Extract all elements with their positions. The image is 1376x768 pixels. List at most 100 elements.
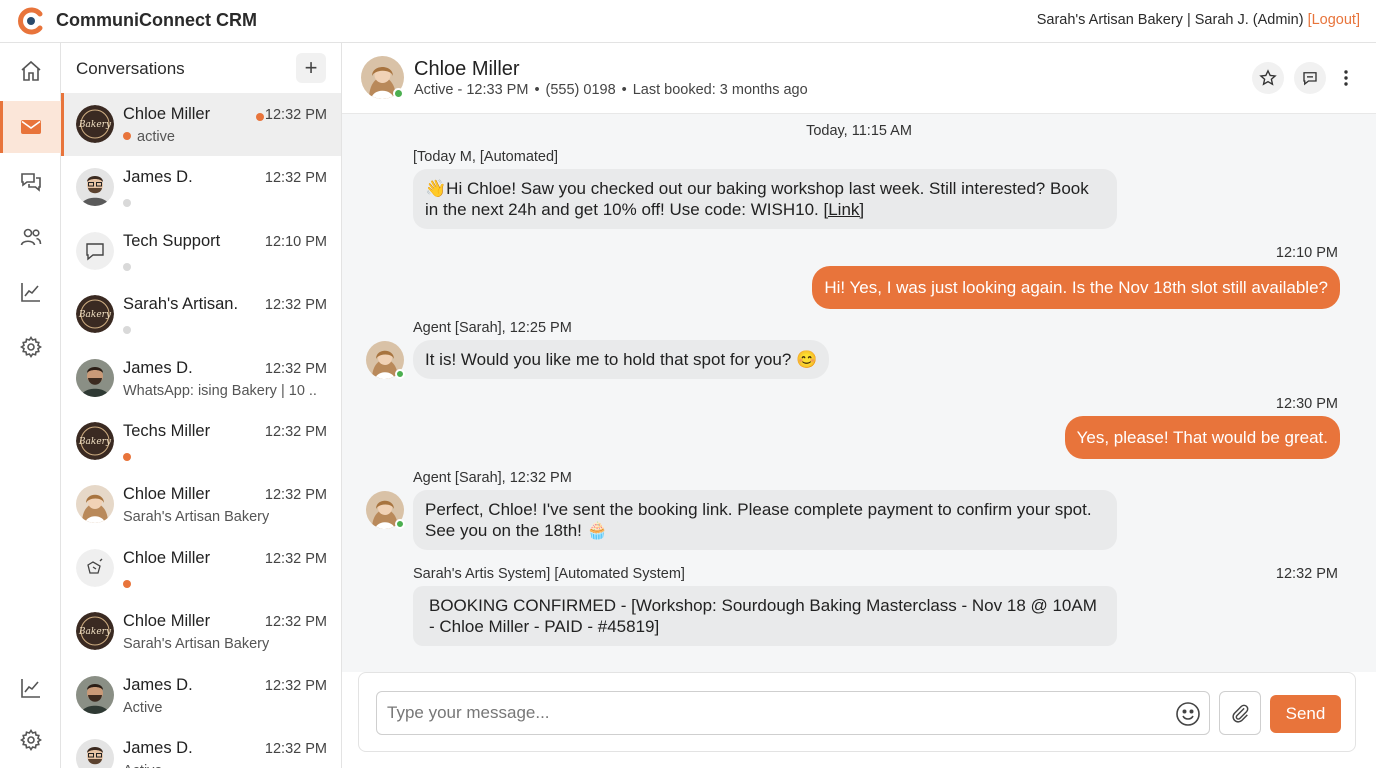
message-label: Agent [Sarah], 12:25 PM: [413, 320, 572, 336]
message-thread: Today, 11:15 AM [Today M, [Automated] 👋H…: [342, 114, 1376, 672]
message-input[interactable]: [387, 692, 1157, 734]
conversation-name: Chloe Miller: [123, 612, 211, 631]
attach-button[interactable]: [1219, 691, 1261, 735]
nav-reports[interactable]: [0, 662, 61, 714]
last-booked: Last booked: 3 months ago: [632, 82, 808, 98]
star-button[interactable]: [1252, 62, 1284, 94]
mail-icon: [20, 120, 41, 134]
conversation-item[interactable]: James D. 12:32 PM WhatsApp: ising Bakery |…: [61, 347, 341, 410]
conversation-preview-text: Sarah's Artisan Bakery: [123, 636, 270, 653]
message-bubble-incoming: It is! Would you like me to hold that sp…: [413, 340, 830, 379]
nav-inbox[interactable]: [0, 101, 61, 153]
conversation-item[interactable]: Chloe Miller 12:32 PM: [61, 537, 341, 600]
nav-settings[interactable]: [0, 321, 61, 373]
contact-meta: Active - 12:33 PM • (555) 0198 • Last booked…: [414, 82, 808, 98]
conversation-item[interactable]: Chloe Miller 12:32 PM Sarah's Artisan Bake…: [61, 473, 341, 536]
more-options-button[interactable]: [1336, 62, 1356, 94]
account-info: Sarah's Artisan Bakery | Sarah J. (Admin…: [1037, 12, 1360, 28]
nav-analytics[interactable]: [0, 266, 61, 318]
message-time: 12:32 PM: [1275, 566, 1338, 582]
composer-area: Send: [358, 672, 1356, 752]
online-indicator: [393, 88, 404, 99]
comment-button[interactable]: [1294, 62, 1326, 94]
conversation-avatar: Bakery: [76, 421, 114, 460]
conversation-name: James D.: [123, 675, 193, 694]
more-vertical-icon: [1344, 70, 1348, 86]
analytics-icon: [20, 283, 40, 302]
conversation-preview: WhatsApp: ising Bakery | 10 ..: [123, 383, 317, 399]
contact-phone: (555) 0198: [545, 82, 616, 98]
online-indicator: [395, 369, 405, 379]
new-conversation-button[interactable]: +: [296, 53, 326, 83]
conversation-item[interactable]: James D. 12:32 PM Active: [61, 727, 341, 768]
conversation-preview: active: [123, 129, 175, 145]
system-message-bubble: BOOKING CONFIRMED - [Workshop: Sourdough…: [413, 586, 1117, 646]
conversation-item[interactable]: Tech Support 12:10 PM: [61, 220, 341, 283]
comment-icon: [1303, 72, 1317, 86]
conversation-preview-text: Active: [123, 763, 163, 768]
conversation-avatar: [76, 675, 114, 714]
conversation-preview: Active: [123, 700, 163, 716]
conversation-name: Tech Support: [123, 231, 221, 250]
booking-link[interactable]: [Link]: [824, 200, 865, 219]
nav-rail: [0, 43, 61, 768]
conversation-item[interactable]: James D. 12:32 PM: [61, 156, 341, 219]
logo-icon: [18, 7, 43, 35]
message-composer: [376, 691, 1210, 735]
message-label: Agent [Sarah], 12:32 PM: [413, 470, 572, 486]
send-button[interactable]: Send: [1270, 695, 1341, 733]
conversation-time: 12:32 PM: [264, 614, 327, 631]
nav-contacts[interactable]: [0, 211, 61, 263]
chat-pane: Chloe Miller Active - 12:33 PM • (555) 019…: [342, 43, 1376, 768]
conversation-list: Bakery Chloe Miller 12:32 PM active James D.…: [61, 93, 341, 768]
conversation-avatar: Bakery: [76, 295, 114, 334]
contact-status: Active - 12:33 PM: [414, 82, 529, 98]
message-bubble-outgoing: Hi! Yes, I was just looking again. Is th…: [812, 266, 1340, 309]
conversation-item[interactable]: Bakery Techs Miller 12:32 PM: [61, 410, 341, 473]
conversation-name: Techs Miller: [123, 421, 211, 440]
svg-text:Bakery: Bakery: [78, 120, 112, 130]
conversation-preview-text: Active: [123, 699, 163, 716]
conversations-title: Conversations: [76, 59, 185, 78]
conversation-preview: Sarah's Artisan Bakery: [123, 636, 269, 652]
conversation-item[interactable]: Bakery Sarah's Artisan. 12:32 PM: [61, 283, 341, 346]
account-label: Sarah's Artisan Bakery | Sarah J. (Admin…: [1036, 12, 1304, 28]
nav-preferences[interactable]: [0, 714, 61, 766]
conversation-item[interactable]: James D. 12:32 PM Active: [61, 664, 341, 727]
robot-icon: [76, 548, 114, 587]
conversation-time: 12:32 PM: [264, 297, 327, 314]
chat-actions: [1252, 62, 1356, 94]
conversation-time: 12:32 PM: [264, 677, 327, 694]
conversation-name: James D.: [123, 168, 193, 187]
conversation-time: 12:32 PM: [264, 487, 327, 504]
status-dot: [123, 262, 131, 271]
conversation-avatar: [76, 168, 114, 207]
message-time: 12:30 PM: [1275, 396, 1338, 412]
status-dot: [123, 452, 131, 461]
nav-home[interactable]: [0, 45, 61, 97]
unread-indicator: [256, 113, 264, 121]
message-label: [Today M, [Automated]: [413, 149, 559, 165]
conversation-preview: Sarah's Artisan Bakery: [123, 509, 269, 525]
emoji-icon[interactable]: [1175, 701, 1201, 727]
conversation-item[interactable]: Bakery Chloe Miller 12:32 PM active: [61, 93, 341, 157]
nav-chats[interactable]: [0, 156, 61, 208]
message-bubble-incoming: 👋Hi Chloe! Saw you checked out our bakin…: [413, 169, 1117, 229]
status-dot: [123, 326, 131, 335]
conversation-preview-text: WhatsApp: ising Bakery | 10 ..: [123, 382, 317, 399]
logout-link[interactable]: [Logout]: [1308, 12, 1360, 28]
settings-icon: [19, 336, 42, 358]
chat-bubbles-icon: [20, 173, 41, 192]
conversation-time: 12:32 PM: [264, 107, 327, 123]
conversations-panel: Conversations + Bakery Chloe Miller 12:32 …: [61, 43, 342, 768]
settings-icon: [19, 729, 42, 751]
conversations-header: Conversations +: [61, 43, 341, 93]
conversation-avatar: [76, 485, 114, 524]
conversation-item[interactable]: Bakery Chloe Miller 12:32 PM Sarah's Artisa…: [61, 600, 341, 663]
conversation-name: James D.: [123, 358, 193, 377]
message-bubble-outgoing: Yes, please! That would be great.: [1064, 416, 1340, 459]
svg-text:Bakery: Bakery: [78, 627, 112, 637]
conversation-name: Sarah's Artisan.: [123, 295, 239, 314]
status-dot: [123, 132, 131, 140]
app-title: CommuniConnect CRM: [56, 10, 257, 30]
